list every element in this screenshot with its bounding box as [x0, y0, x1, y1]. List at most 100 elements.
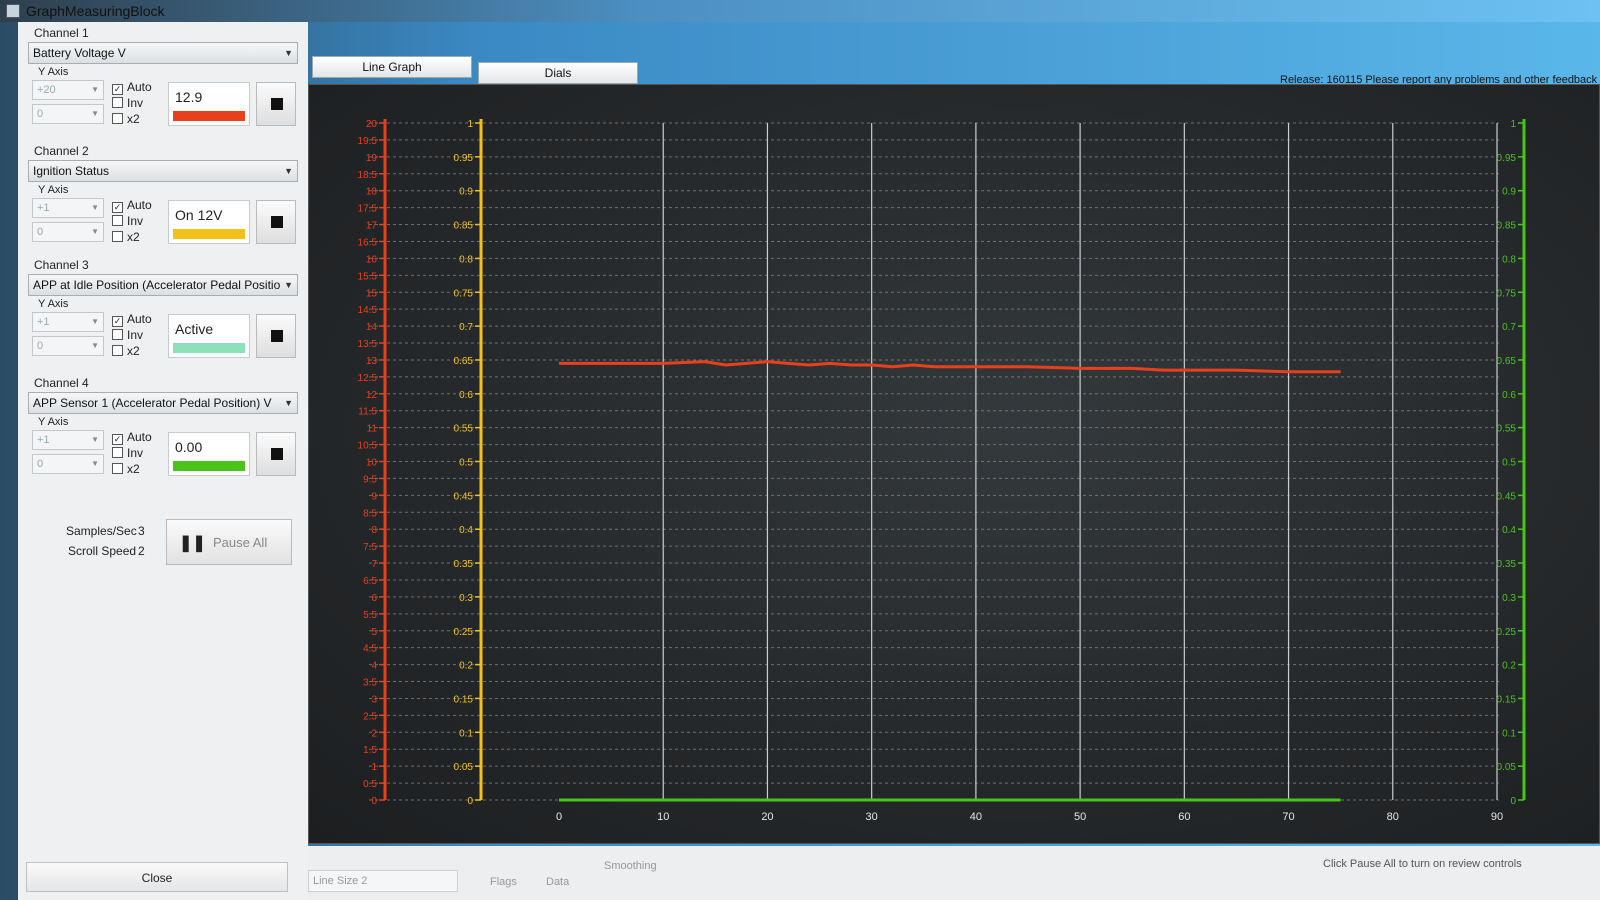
- y-axis-min-field-value: 0: [37, 226, 44, 238]
- channel-group-label: Channel 2: [34, 144, 89, 158]
- channel-signal-value: Ignition Status: [33, 164, 110, 178]
- y-tick-label: 19.5: [358, 136, 378, 147]
- pause-all-button[interactable]: ❚❚ Pause All: [166, 519, 292, 565]
- chevron-down-icon: ▼: [91, 459, 99, 468]
- channel-signal-select[interactable]: APP Sensor 1 (Accelerator Pedal Position…: [28, 392, 298, 414]
- inv-checkbox-label: Inv: [127, 96, 144, 110]
- y-tick-label: 0.3: [459, 593, 473, 604]
- y-tick-label: 18: [366, 187, 378, 198]
- samples-per-sec-label: Samples/Sec: [66, 524, 137, 538]
- y-axis-min-field[interactable]: 0 ▼: [32, 454, 104, 474]
- y-tick-label: 18.5: [358, 170, 378, 181]
- y-axis-min-field[interactable]: 0 ▼: [32, 104, 104, 124]
- flags-checkbox[interactable]: Flags: [490, 876, 517, 888]
- channel-stop-button[interactable]: [256, 82, 296, 126]
- x-tick-label: 50: [1074, 811, 1086, 823]
- x-tick-label: 0: [556, 811, 562, 823]
- stop-icon: [271, 448, 283, 460]
- y-tick-label: 0.5: [363, 779, 377, 790]
- checkbox-box: [112, 329, 123, 340]
- inv-checkbox[interactable]: Inv: [112, 446, 143, 460]
- tab-line-graph[interactable]: Line Graph: [312, 56, 472, 78]
- line-graph-area: 0 10 20 30 40 50 60 70 80 90 0 0.5 1 1.5 2 2.5 3 3.5 4 4.5 5…: [308, 84, 1600, 844]
- y-axis-min-field[interactable]: 0 ▼: [32, 336, 104, 356]
- window-title: GraphMeasuringBlock: [26, 3, 165, 19]
- x-tick-label: 20: [761, 811, 773, 823]
- auto-checkbox[interactable]: ✓ Auto: [112, 80, 152, 95]
- inv-checkbox[interactable]: Inv: [112, 214, 143, 228]
- channel-signal-select[interactable]: Battery Voltage V ▼: [28, 42, 298, 64]
- y-tick-label: 0.35: [454, 559, 474, 570]
- y-axis-max-field[interactable]: +1 ▼: [32, 430, 104, 450]
- title-bar: GraphMeasuringBlock: [0, 0, 1600, 22]
- checkbox-box: [112, 113, 123, 124]
- channel-signal-value: APP at Idle Position (Accelerator Pedal …: [33, 278, 281, 292]
- auto-checkbox[interactable]: ✓ Auto: [112, 430, 152, 445]
- y-axis-max-field-value: +1: [37, 316, 50, 328]
- y-tick-label: 2: [371, 728, 377, 739]
- channel-stop-button[interactable]: [256, 200, 296, 244]
- x2-checkbox-label: x2: [127, 112, 140, 126]
- checkbox-box: [112, 345, 123, 356]
- checkbox-box: [112, 97, 123, 108]
- app-window: GraphMeasuringBlock Channel 1 Battery Vol…: [0, 0, 1600, 900]
- y-tick-label: 11.5: [358, 407, 377, 418]
- y-tick-label: 20: [366, 119, 378, 130]
- x2-checkbox[interactable]: x2: [112, 344, 140, 358]
- y-tick-label: 0.7: [1502, 322, 1516, 333]
- tab-dials[interactable]: Dials: [478, 62, 638, 84]
- smoothing-checkbox[interactable]: Smoothing: [604, 860, 657, 872]
- review-hint: Click Pause All to turn on review contro…: [1323, 858, 1522, 870]
- x2-checkbox-label: x2: [127, 230, 140, 244]
- channel-signal-select[interactable]: APP at Idle Position (Accelerator Pedal …: [28, 274, 298, 296]
- y-tick-label: 9: [371, 491, 377, 502]
- y-tick-label: 16: [366, 254, 378, 265]
- x2-checkbox[interactable]: x2: [112, 462, 140, 476]
- checkbox-box: [112, 231, 123, 242]
- x-tick-label: 30: [866, 811, 878, 823]
- x-tick-label: 40: [970, 811, 982, 823]
- y-tick-label: 13: [366, 356, 378, 367]
- y-tick-label: 14.5: [358, 305, 378, 316]
- y-axis-max-field[interactable]: +1 ▼: [32, 198, 104, 218]
- inv-checkbox[interactable]: Inv: [112, 96, 143, 110]
- y-tick-label: 0.9: [459, 187, 473, 198]
- channel-value: 12.9: [175, 89, 203, 105]
- inv-checkbox-label: Inv: [127, 328, 144, 342]
- y-tick-label: 0.95: [454, 153, 474, 164]
- data-checkbox[interactable]: Data: [546, 876, 569, 888]
- y-tick-label: 0.1: [459, 728, 473, 739]
- y-tick-label: 4: [371, 661, 377, 672]
- channel-value: Active: [175, 321, 214, 337]
- channel-stop-button[interactable]: [256, 432, 296, 476]
- auto-checkbox[interactable]: ✓ Auto: [112, 198, 152, 213]
- y-tick-label: 1.5: [363, 745, 377, 756]
- close-button[interactable]: Close: [26, 862, 288, 892]
- y-axis-label: Y Axis: [38, 416, 69, 428]
- y-tick-label: 5.5: [363, 610, 377, 621]
- y-tick-label: 0.15: [1497, 694, 1517, 705]
- x-tick-label: 70: [1282, 811, 1294, 823]
- channel-signal-select[interactable]: Ignition Status ▼: [28, 160, 298, 182]
- chevron-down-icon: ▼: [91, 317, 99, 326]
- y-tick-label: 19: [366, 153, 378, 164]
- chevron-down-icon: ▼: [91, 85, 99, 94]
- y-tick-label: 14: [366, 322, 378, 333]
- auto-checkbox-label: Auto: [127, 430, 152, 444]
- y-tick-label: 10: [366, 458, 378, 469]
- y-axis-max-field-value: +1: [37, 202, 50, 214]
- inv-checkbox[interactable]: Inv: [112, 328, 143, 342]
- y-axis-max-field[interactable]: +1 ▼: [32, 312, 104, 332]
- channel-stop-button[interactable]: [256, 314, 296, 358]
- x2-checkbox[interactable]: x2: [112, 230, 140, 244]
- chevron-down-icon: ▼: [91, 341, 99, 350]
- y-axis-min-field[interactable]: 0 ▼: [32, 222, 104, 242]
- line-size-select[interactable]: Line Size 2: [308, 870, 458, 892]
- chevron-down-icon: ▼: [91, 435, 99, 444]
- x2-checkbox-label: x2: [127, 462, 140, 476]
- x2-checkbox[interactable]: x2: [112, 112, 140, 126]
- y-axis-max-field[interactable]: +20 ▼: [32, 80, 104, 100]
- channel-value-display: 0.00: [168, 432, 250, 476]
- x2-checkbox-label: x2: [127, 344, 140, 358]
- auto-checkbox[interactable]: ✓ Auto: [112, 312, 152, 327]
